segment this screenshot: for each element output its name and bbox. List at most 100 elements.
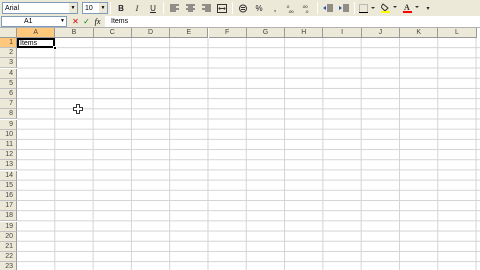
fill-color-button[interactable] [380,2,400,15]
italic-icon: I [135,3,139,13]
row-header-6[interactable]: 6 [0,89,17,99]
column-header-a[interactable]: A [17,28,56,38]
percent-button[interactable]: % [252,2,266,15]
active-cell-a1[interactable]: Items [17,38,55,48]
font-name-dropdown-icon[interactable]: ▼ [69,3,77,13]
enter-icon[interactable]: ✓ [81,17,92,26]
row-header-8[interactable]: 8 [0,109,17,120]
comma-icon: , [273,3,277,13]
row-header-19[interactable]: 19 [0,221,17,232]
toolbar-separator [232,2,233,14]
align-left-button[interactable] [167,2,181,15]
increase-indent-icon [339,4,349,12]
percent-icon: % [255,3,263,13]
merge-center-button[interactable] [215,2,229,15]
font-size-combo[interactable]: 10 ▼ [82,2,108,14]
name-box-dropdown-icon[interactable]: ▼ [59,17,66,26]
name-box[interactable]: A1 ▼ [1,16,67,27]
toolbar-separator [163,2,164,14]
column-header-d[interactable]: D [131,28,171,38]
column-header-h[interactable]: H [285,28,324,38]
font-color-icon: A [403,3,419,13]
merge-center-icon [217,3,227,13]
fill-color-icon [381,3,397,13]
column-header-l[interactable]: L [438,28,477,38]
row-header-10[interactable]: 10 [0,129,17,140]
currency-icon [239,4,247,12]
row-header-16[interactable]: 16 [0,191,17,201]
cell-grid[interactable] [17,38,480,270]
svg-text:A: A [404,3,410,12]
row-header-23[interactable]: 23 [0,262,17,270]
font-name-combo[interactable]: Arial ▼ [2,2,78,14]
underline-icon: U [150,3,156,13]
underline-button[interactable]: U [146,2,160,15]
column-header-b[interactable]: B [55,28,94,38]
row-header-12[interactable]: 12 [0,150,17,161]
cell-a1-value: Items [20,40,38,47]
column-header-c[interactable]: C [93,28,132,38]
row-header-13[interactable]: 13 [0,160,17,171]
row-header-4[interactable]: 4 [0,68,17,79]
column-header-g[interactable]: G [246,28,286,38]
insert-function-icon[interactable]: fx [92,17,103,26]
decrease-decimal-button[interactable]: .00.0 [300,2,314,15]
align-right-button[interactable] [199,2,213,15]
font-color-button[interactable]: A [402,2,422,15]
fill-handle[interactable] [53,46,57,50]
row-header-21[interactable]: 21 [0,242,17,252]
row-header-22[interactable]: 22 [0,252,17,263]
increase-decimal-button[interactable]: .0.00 [284,2,298,15]
column-header-f[interactable]: F [208,28,247,38]
row-header-15[interactable]: 15 [0,180,17,191]
row-header-14[interactable]: 14 [0,170,17,181]
italic-button[interactable]: I [130,2,144,15]
increase-decimal-icon: .0.00 [286,4,294,13]
font-name-value: Arial [5,4,20,12]
font-size-value: 10 [85,4,93,12]
comma-style-button[interactable]: , [268,2,282,15]
align-center-button[interactable] [183,2,197,15]
align-center-icon [185,4,195,12]
bold-button[interactable]: B [114,2,128,15]
row-header-3[interactable]: 3 [0,58,17,69]
column-header-k[interactable]: K [400,28,439,38]
row-header-20[interactable]: 20 [0,231,17,242]
currency-button[interactable] [236,2,250,15]
row-header-7[interactable]: 7 [0,99,17,110]
formula-bar: A1 ▼ ✕ ✓ fx Items [0,16,480,28]
row-header-1[interactable]: 1 [0,38,17,48]
row-header-2[interactable]: 2 [0,48,17,59]
column-header-i[interactable]: I [323,28,362,38]
borders-button[interactable] [358,2,378,15]
column-header-j[interactable]: J [361,28,400,38]
column-header-e[interactable]: E [170,28,209,38]
toolbar-separator [317,2,318,14]
toolbar-separator [110,2,111,14]
cross-cursor-icon [73,104,83,114]
row-header-9[interactable]: 9 [0,119,17,130]
svg-text:.00: .00 [288,9,294,13]
decrease-decimal-icon: .00.0 [302,4,309,13]
row-header-11[interactable]: 11 [0,140,17,150]
row-header-18[interactable]: 18 [0,211,17,222]
formula-input[interactable]: Items [105,16,480,27]
formatting-toolbar: Arial ▼ 10 ▼ B I U % , .0.00 .00.0 A ▾ [0,0,480,16]
align-left-icon [169,4,179,12]
toolbar-options-icon: ▾ [426,5,430,12]
bold-icon: B [118,3,124,13]
borders-icon [359,3,375,13]
svg-text:.0: .0 [305,9,309,13]
select-all-corner[interactable] [0,28,17,38]
align-right-icon [201,4,211,12]
toolbar-options-button[interactable]: ▾ [424,2,432,15]
increase-indent-button[interactable] [337,2,351,15]
decrease-indent-icon [323,4,333,12]
row-header-5[interactable]: 5 [0,78,17,89]
font-size-dropdown-icon[interactable]: ▼ [99,3,107,13]
row-header-17[interactable]: 17 [0,201,17,212]
toolbar-separator [354,2,355,14]
formula-controls: ✕ ✓ fx [70,17,103,26]
cancel-icon[interactable]: ✕ [70,17,81,26]
decrease-indent-button[interactable] [321,2,335,15]
